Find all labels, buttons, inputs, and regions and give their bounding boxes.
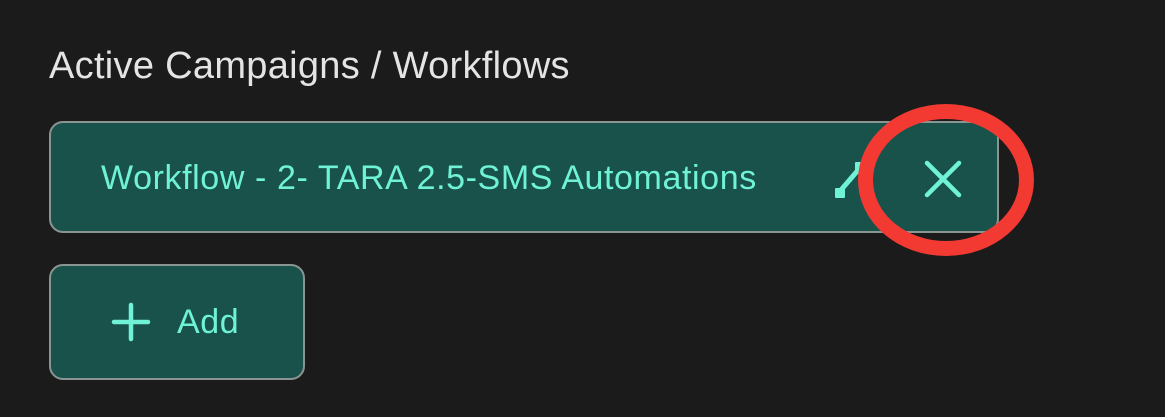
workflow-chip-label: Workflow - 2- TARA 2.5-SMS Automations	[101, 159, 757, 197]
section-title: Active Campaigns / Workflows	[49, 45, 570, 87]
workflow-icon[interactable]	[831, 156, 871, 202]
remove-workflow-button[interactable]	[901, 137, 985, 221]
workflow-chip: Workflow - 2- TARA 2.5-SMS Automations	[49, 121, 999, 233]
plus-icon	[111, 302, 151, 342]
workflow-icon-graphic	[835, 162, 865, 198]
add-workflow-button[interactable]: Add	[49, 264, 305, 380]
add-button-label: Add	[177, 302, 240, 341]
close-icon	[924, 160, 962, 198]
